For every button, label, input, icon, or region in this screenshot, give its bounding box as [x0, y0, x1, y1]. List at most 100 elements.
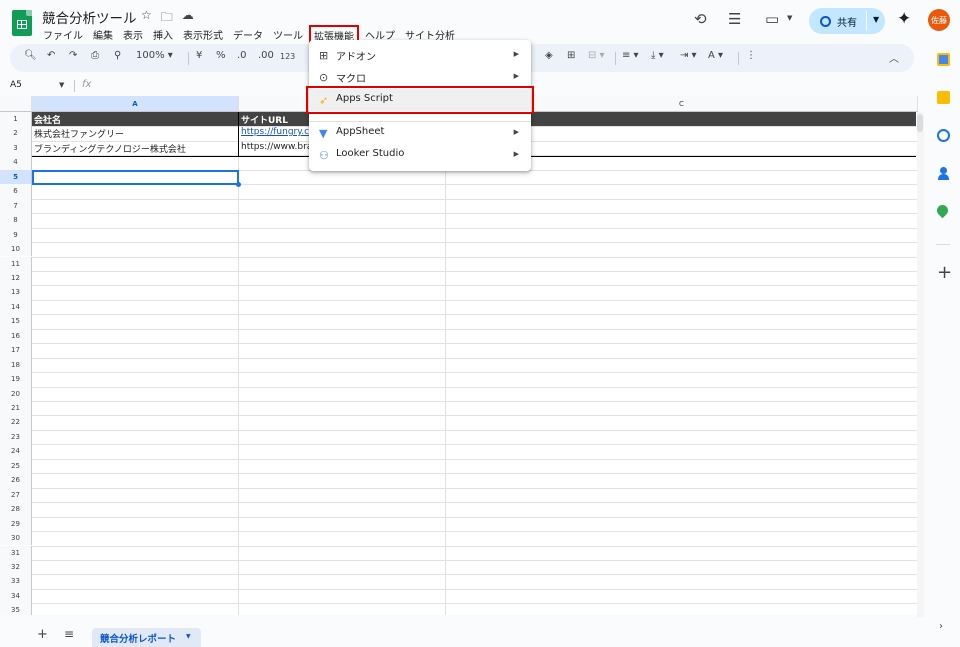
- menu-item-addons[interactable]: ⊞ アドオン ▶: [309, 44, 531, 66]
- meet-dropdown-icon[interactable]: ▼: [787, 14, 792, 22]
- spreadsheet-grid[interactable]: A B C 1234567891011121314151617181920212…: [0, 96, 918, 615]
- row-header[interactable]: 7: [0, 198, 32, 214]
- add-sheet-icon[interactable]: +: [37, 627, 48, 642]
- zoom-select[interactable]: 100% ▾: [136, 50, 173, 61]
- redo-icon[interactable]: ↷: [69, 50, 77, 61]
- row-header[interactable]: 22: [0, 415, 32, 430]
- cell-b3[interactable]: https://www.bran: [239, 142, 311, 152]
- decrease-decimal-button[interactable]: .0: [237, 50, 247, 61]
- row-header[interactable]: 17: [0, 343, 32, 358]
- meet-icon[interactable]: ▭: [765, 10, 779, 28]
- row-header[interactable]: 29: [0, 516, 32, 532]
- merge-cells-icon[interactable]: ⊟ ▾: [588, 50, 605, 61]
- print-icon[interactable]: ⎙: [91, 50, 99, 61]
- row-header[interactable]: 34: [0, 588, 32, 604]
- row-header[interactable]: 26: [0, 473, 32, 488]
- contacts-icon[interactable]: [937, 167, 950, 180]
- currency-button[interactable]: ¥: [196, 50, 202, 61]
- all-sheets-icon[interactable]: ≡: [64, 627, 74, 641]
- sheets-logo-icon[interactable]: [12, 10, 32, 36]
- cell-b1[interactable]: サイトURL: [241, 113, 288, 126]
- row-header[interactable]: 15: [0, 314, 32, 329]
- row-header[interactable]: 8: [0, 213, 32, 228]
- paint-format-icon[interactable]: ⚲: [114, 50, 121, 61]
- row-header[interactable]: 19: [0, 372, 32, 387]
- name-box-dropdown-icon[interactable]: ▼: [59, 81, 64, 89]
- row-header[interactable]: 18: [0, 357, 32, 373]
- row-header[interactable]: 31: [0, 545, 32, 560]
- menu-item-looker-studio[interactable]: ⚇ Looker Studio ▶: [309, 144, 531, 166]
- selected-cell-a5[interactable]: [32, 170, 241, 187]
- cell-a3[interactable]: ブランディングテクノロジー株式会社: [32, 142, 238, 155]
- expand-side-panel-icon[interactable]: ›: [939, 621, 943, 632]
- menu-tools[interactable]: ツール: [268, 25, 308, 46]
- menu-file[interactable]: ファイル: [38, 25, 88, 46]
- menu-view[interactable]: 表示: [118, 25, 148, 46]
- row-header[interactable]: 20: [0, 386, 32, 401]
- menu-format[interactable]: 表示形式: [178, 25, 228, 46]
- row-header[interactable]: 9: [0, 227, 32, 243]
- cell-b2[interactable]: https://fungry.co: [239, 127, 311, 137]
- row-header[interactable]: 6: [0, 184, 32, 199]
- calendar-icon[interactable]: [937, 53, 950, 66]
- row-header[interactable]: 5: [0, 169, 32, 185]
- menu-insert[interactable]: 挿入: [148, 25, 178, 46]
- version-history-icon[interactable]: ⟲: [694, 10, 707, 28]
- menu-edit[interactable]: 編集: [88, 25, 118, 46]
- avatar[interactable]: 佐藤: [928, 9, 950, 31]
- undo-icon[interactable]: ↶: [47, 50, 55, 61]
- row-header[interactable]: 1: [0, 112, 32, 127]
- document-title[interactable]: 競合分析ツール: [42, 7, 137, 27]
- row-header[interactable]: 2: [0, 126, 32, 141]
- percent-button[interactable]: %: [216, 50, 226, 61]
- increase-decimal-button[interactable]: .00: [258, 50, 274, 61]
- row-header[interactable]: 4: [0, 155, 32, 170]
- fill-color-icon[interactable]: ◈: [545, 50, 553, 61]
- row-header[interactable]: 30: [0, 531, 32, 546]
- row-header[interactable]: 35: [0, 603, 32, 615]
- menu-item-appsheet[interactable]: ▼ AppSheet ▶: [309, 122, 531, 144]
- row-header[interactable]: 33: [0, 574, 32, 589]
- vertical-align-icon[interactable]: ⤓ ▾: [651, 50, 664, 61]
- row-header[interactable]: 24: [0, 444, 32, 459]
- gemini-icon[interactable]: ✦: [897, 9, 911, 29]
- row-header[interactable]: 28: [0, 502, 32, 517]
- column-header-a[interactable]: A: [32, 96, 239, 112]
- row-header[interactable]: 27: [0, 487, 32, 503]
- menu-data[interactable]: データ: [228, 25, 268, 46]
- share-button[interactable]: 共有 ▼: [809, 8, 885, 34]
- maps-icon[interactable]: [934, 202, 951, 219]
- row-header[interactable]: 3: [0, 140, 32, 156]
- row-header[interactable]: 32: [0, 559, 32, 575]
- comments-icon[interactable]: ☰: [728, 10, 741, 28]
- more-options-icon[interactable]: ⋮: [746, 50, 756, 61]
- share-dropdown-icon[interactable]: ▼: [873, 15, 879, 24]
- sheet-tab-dropdown-icon[interactable]: ▼: [186, 633, 191, 640]
- number-format-button[interactable]: 123: [280, 52, 295, 61]
- text-wrap-icon[interactable]: ⇥ ▾: [680, 50, 697, 61]
- collapse-menu-icon[interactable]: ︿: [889, 50, 899, 65]
- keep-icon[interactable]: [937, 91, 950, 104]
- select-all-corner[interactable]: [0, 96, 32, 112]
- row-header[interactable]: 16: [0, 328, 32, 344]
- menu-item-macros[interactable]: ⊙ マクロ ▶: [309, 66, 531, 88]
- row-header[interactable]: 21: [0, 401, 32, 416]
- horizontal-align-icon[interactable]: ≡ ▾: [622, 50, 639, 61]
- cell-a2[interactable]: 株式会社ファングリー: [32, 127, 238, 140]
- row-header[interactable]: 10: [0, 242, 32, 257]
- row-header[interactable]: 12: [0, 270, 32, 286]
- cell-a1[interactable]: 会社名: [34, 113, 61, 126]
- row-header[interactable]: 14: [0, 299, 32, 315]
- vertical-scrollbar[interactable]: [917, 112, 924, 617]
- name-box[interactable]: A5: [10, 80, 22, 90]
- sheet-tab-active[interactable]: 競合分析レポート ▼: [92, 628, 201, 647]
- row-header[interactable]: 23: [0, 429, 32, 445]
- tasks-icon[interactable]: [937, 129, 950, 142]
- add-addon-icon[interactable]: +: [937, 262, 952, 283]
- borders-icon[interactable]: ⊞: [567, 50, 575, 61]
- row-header[interactable]: 25: [0, 458, 32, 474]
- text-rotation-icon[interactable]: A ▾: [708, 50, 723, 61]
- row-header[interactable]: 13: [0, 285, 32, 300]
- row-header[interactable]: 11: [0, 256, 32, 271]
- search-icon[interactable]: 🔍︎: [24, 50, 37, 61]
